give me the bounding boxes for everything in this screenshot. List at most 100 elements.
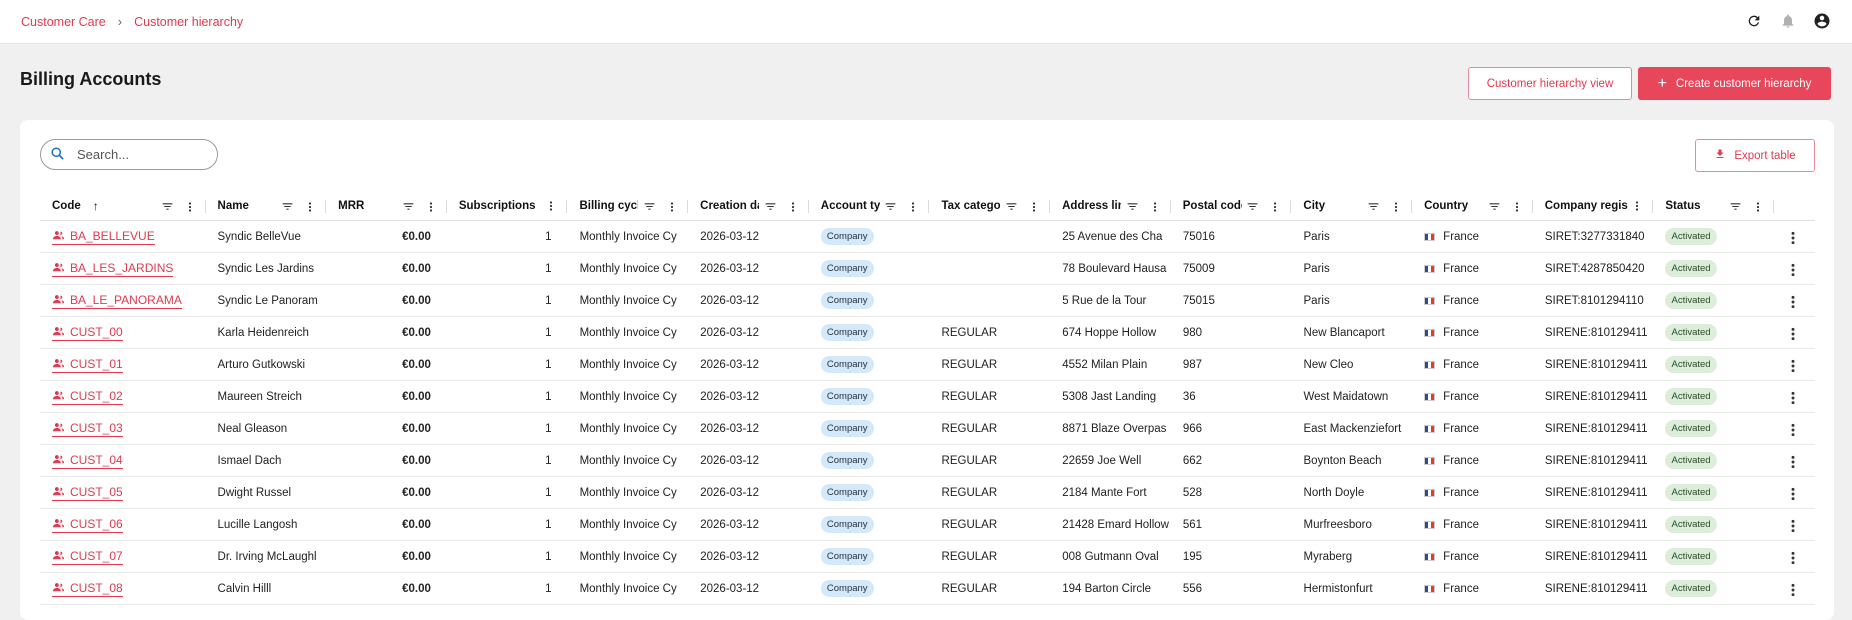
refresh-icon[interactable] [1744,11,1764,31]
column-header-address[interactable]: Address line [1050,192,1171,220]
more-vert-icon[interactable] [666,201,678,213]
more-vert-icon[interactable] [1785,230,1801,246]
column-header-name[interactable]: Name [206,192,327,220]
more-vert-icon[interactable] [1390,201,1402,213]
column-header-tax[interactable]: Tax category [929,192,1051,220]
filter-icon[interactable] [1005,200,1018,213]
filter-icon[interactable] [402,200,415,213]
search-box[interactable] [40,139,218,170]
more-vert-icon[interactable] [1785,390,1801,406]
column-header-cycle[interactable]: Billing cycle [567,192,689,220]
more-vert-icon[interactable] [1785,582,1801,598]
more-vert-icon[interactable] [184,201,196,213]
column-header-country[interactable]: Country [1412,192,1533,220]
table-row[interactable]: BA_LE_PANORAMA Syndic Le Panoram €0.00 1 Mon… [40,285,1815,317]
more-vert-icon[interactable] [1785,294,1801,310]
billing-account-link[interactable]: CUST_01 [52,357,123,373]
column-header-code[interactable]: Code ↑ [40,192,206,220]
table-row[interactable]: CUST_02 Maureen Streich €0.00 1 Monthly Invo… [40,381,1815,413]
breadcrumb-customer-care[interactable]: Customer Care [21,15,106,29]
column-header-status[interactable]: Status [1653,192,1775,220]
more-vert-icon[interactable] [1785,550,1801,566]
cell-code[interactable]: CUST_00 [40,317,206,348]
more-vert-icon[interactable] [304,201,316,213]
filter-icon[interactable] [1488,200,1501,213]
column-header-city[interactable]: City [1291,192,1413,220]
customer-hierarchy-view-button[interactable]: Customer hierarchy view [1468,67,1632,100]
filter-icon[interactable] [764,200,777,213]
billing-account-link[interactable]: BA_LE_PANORAMA [52,293,182,309]
billing-account-link[interactable]: BA_LES_JARDINS [52,261,174,277]
column-header-type[interactable]: Account type [809,192,930,220]
filter-icon[interactable] [884,200,897,213]
more-vert-icon[interactable] [425,201,437,213]
billing-account-link[interactable]: CUST_08 [52,581,123,597]
billing-account-link[interactable]: CUST_07 [52,549,123,565]
cell-code[interactable]: CUST_04 [40,445,206,476]
billing-account-link[interactable]: CUST_03 [52,421,123,437]
more-vert-icon[interactable] [1028,201,1040,213]
billing-account-link[interactable]: CUST_00 [52,325,123,341]
table-row[interactable]: CUST_07 Dr. Irving McLaughl €0.00 1 Monthly … [40,541,1815,573]
more-vert-icon[interactable] [1785,518,1801,534]
filter-icon[interactable] [1246,200,1259,213]
search-input[interactable] [77,147,197,162]
filter-icon[interactable] [643,200,656,213]
column-header-postal[interactable]: Postal code [1171,192,1292,220]
create-customer-hierarchy-button[interactable]: + Create customer hierarchy [1638,67,1831,100]
table-row[interactable]: CUST_06 Lucille Langosh €0.00 1 Monthly Invo… [40,509,1815,541]
filter-icon[interactable] [1367,200,1380,213]
more-vert-icon[interactable] [1511,201,1523,213]
bell-icon[interactable] [1778,11,1798,31]
breadcrumb-customer-hierarchy[interactable]: Customer hierarchy [134,15,243,29]
cell-code[interactable]: CUST_02 [40,381,206,412]
more-vert-icon[interactable] [1785,326,1801,342]
column-header-subs[interactable]: Subscriptions [447,192,568,220]
cell-code[interactable]: CUST_07 [40,541,206,572]
filter-icon[interactable] [1126,200,1139,213]
filter-icon[interactable] [161,200,174,213]
more-vert-icon[interactable] [1785,422,1801,438]
billing-account-link[interactable]: BA_BELLEVUE [52,229,155,245]
cell-code[interactable]: BA_BELLEVUE [40,221,206,252]
more-vert-icon[interactable] [1631,200,1643,212]
table-row[interactable]: CUST_00 Karla Heidenreich €0.00 1 Monthly In… [40,317,1815,349]
cell-code[interactable]: CUST_08 [40,573,206,604]
filter-icon[interactable] [1729,200,1742,213]
more-vert-icon[interactable] [1785,486,1801,502]
cell-code[interactable]: CUST_03 [40,413,206,444]
more-vert-icon[interactable] [1752,201,1764,213]
filter-icon[interactable] [281,200,294,213]
billing-account-link[interactable]: CUST_04 [52,453,123,469]
cell-code[interactable]: CUST_05 [40,477,206,508]
more-vert-icon[interactable] [1785,454,1801,470]
more-vert-icon[interactable] [1785,358,1801,374]
sort-arrow-up-icon[interactable]: ↑ [93,199,99,213]
more-vert-icon[interactable] [907,201,919,213]
column-header-reg[interactable]: Company registration [1533,192,1654,220]
export-table-button[interactable]: Export table [1695,139,1815,172]
more-vert-icon[interactable] [1269,201,1281,213]
more-vert-icon[interactable] [545,200,557,212]
table-row[interactable]: BA_BELLEVUE Syndic BelleVue €0.00 1 Monthly … [40,221,1815,253]
table-row[interactable]: CUST_05 Dwight Russel €0.00 1 Monthly Invoic… [40,477,1815,509]
more-vert-icon[interactable] [1785,262,1801,278]
table-row[interactable]: CUST_01 Arturo Gutkowski €0.00 1 Monthly Inv… [40,349,1815,381]
billing-account-link[interactable]: CUST_05 [52,485,123,501]
table-row[interactable]: CUST_03 Neal Gleason €0.00 1 Monthly Invoice… [40,413,1815,445]
cell-code[interactable]: BA_LE_PANORAMA [40,285,206,316]
cell-code[interactable]: CUST_01 [40,349,206,380]
cell-code[interactable]: BA_LES_JARDINS [40,253,206,284]
table-row[interactable]: CUST_04 Ismael Dach €0.00 1 Monthly Invoice … [40,445,1815,477]
more-vert-icon[interactable] [787,201,799,213]
more-vert-icon[interactable] [1149,201,1161,213]
table-row[interactable]: CUST_08 Calvin Hilll €0.00 1 Monthly Invoice… [40,573,1815,605]
billing-account-link[interactable]: CUST_02 [52,389,123,405]
column-tools [1125,200,1161,213]
cell-code[interactable]: CUST_06 [40,509,206,540]
account-circle-icon[interactable] [1812,11,1832,31]
column-header-mrr[interactable]: MRR [326,192,447,220]
column-header-date[interactable]: Creation date [688,192,809,220]
billing-account-link[interactable]: CUST_06 [52,517,123,533]
table-row[interactable]: BA_LES_JARDINS Syndic Les Jardins €0.00 1 Mo… [40,253,1815,285]
